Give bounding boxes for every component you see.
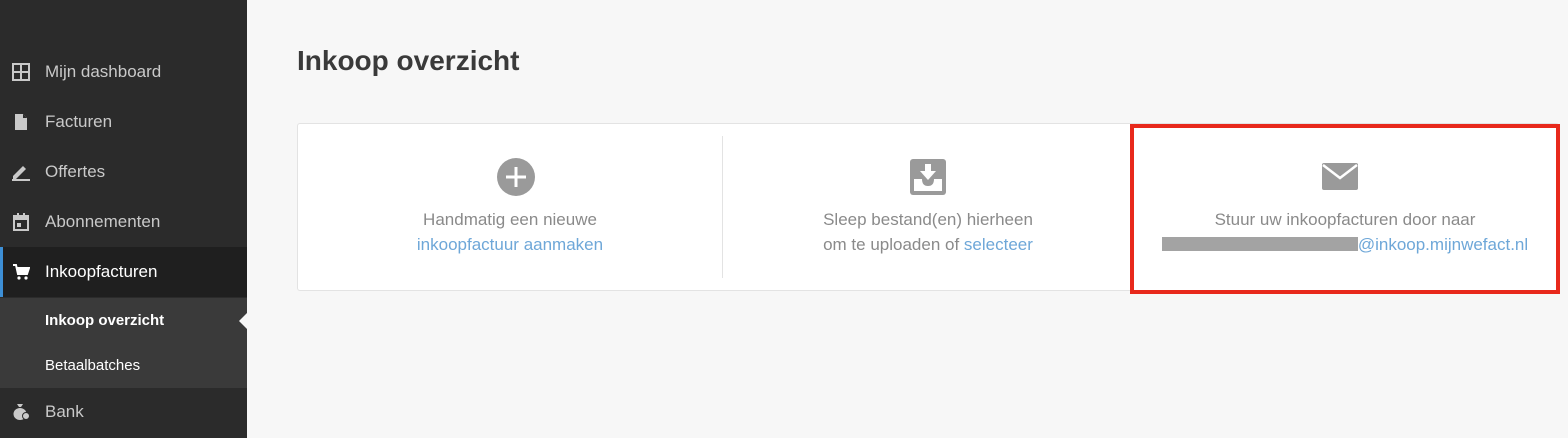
plus-circle-icon[interactable] bbox=[496, 157, 536, 197]
money-bag-icon bbox=[11, 402, 31, 422]
sidebar-item-abonnementen[interactable]: Abonnementen bbox=[0, 197, 247, 247]
sidebar-item-label: Bank bbox=[45, 402, 84, 421]
submenu-item-betaalbatches[interactable]: Betaalbatches bbox=[45, 357, 140, 374]
submenu-item-inkoop-overzicht[interactable]: Inkoop overzicht bbox=[45, 312, 164, 329]
document-icon bbox=[11, 112, 31, 132]
shopping-cart-icon bbox=[11, 262, 31, 282]
page-title: Inkoop overzicht bbox=[297, 45, 520, 76]
sidebar: Mijn dashboard Facturen Offertes Abonnem… bbox=[0, 0, 247, 438]
sidebar-item-label: Facturen bbox=[45, 112, 113, 131]
sidebar-item-bank[interactable]: Bank bbox=[0, 387, 247, 437]
sidebar-item-label: Offertes bbox=[45, 162, 106, 181]
select-file-link[interactable]: selecteer bbox=[964, 235, 1033, 254]
active-submenu-pointer bbox=[239, 313, 247, 329]
manual-invoice-panel: Handmatig een nieuwe inkoopfactuur aanma… bbox=[298, 123, 722, 291]
pencil-icon bbox=[11, 162, 31, 182]
create-purchase-invoice-link[interactable]: inkoopfactuur aanmaken bbox=[417, 235, 603, 254]
upload-panel[interactable]: Sleep bestand(en) hierheen om te uploade… bbox=[723, 123, 1133, 291]
sidebar-item-label: Mijn dashboard bbox=[45, 62, 162, 81]
sidebar-item-facturen[interactable]: Facturen bbox=[0, 97, 247, 147]
sidebar-item-offertes[interactable]: Offertes bbox=[0, 147, 247, 197]
highlight-box bbox=[1130, 124, 1560, 294]
calendar-icon bbox=[11, 212, 31, 232]
dashboard-grid-icon bbox=[11, 62, 31, 82]
upload-text: Sleep bestand(en) hierheen bbox=[823, 210, 1033, 229]
manual-invoice-text: Handmatig een nieuwe bbox=[423, 210, 597, 229]
inbox-download-icon bbox=[908, 157, 948, 197]
sidebar-item-dashboard[interactable]: Mijn dashboard bbox=[0, 47, 247, 97]
sidebar-item-label: Inkoopfacturen bbox=[45, 262, 158, 281]
sidebar-submenu: Inkoop overzicht Betaalbatches bbox=[0, 298, 247, 388]
upload-text-prefix: om te uploaden of bbox=[823, 235, 960, 254]
sidebar-item-inkoopfacturen[interactable]: Inkoopfacturen bbox=[0, 247, 247, 297]
sidebar-item-label: Abonnementen bbox=[45, 212, 161, 231]
